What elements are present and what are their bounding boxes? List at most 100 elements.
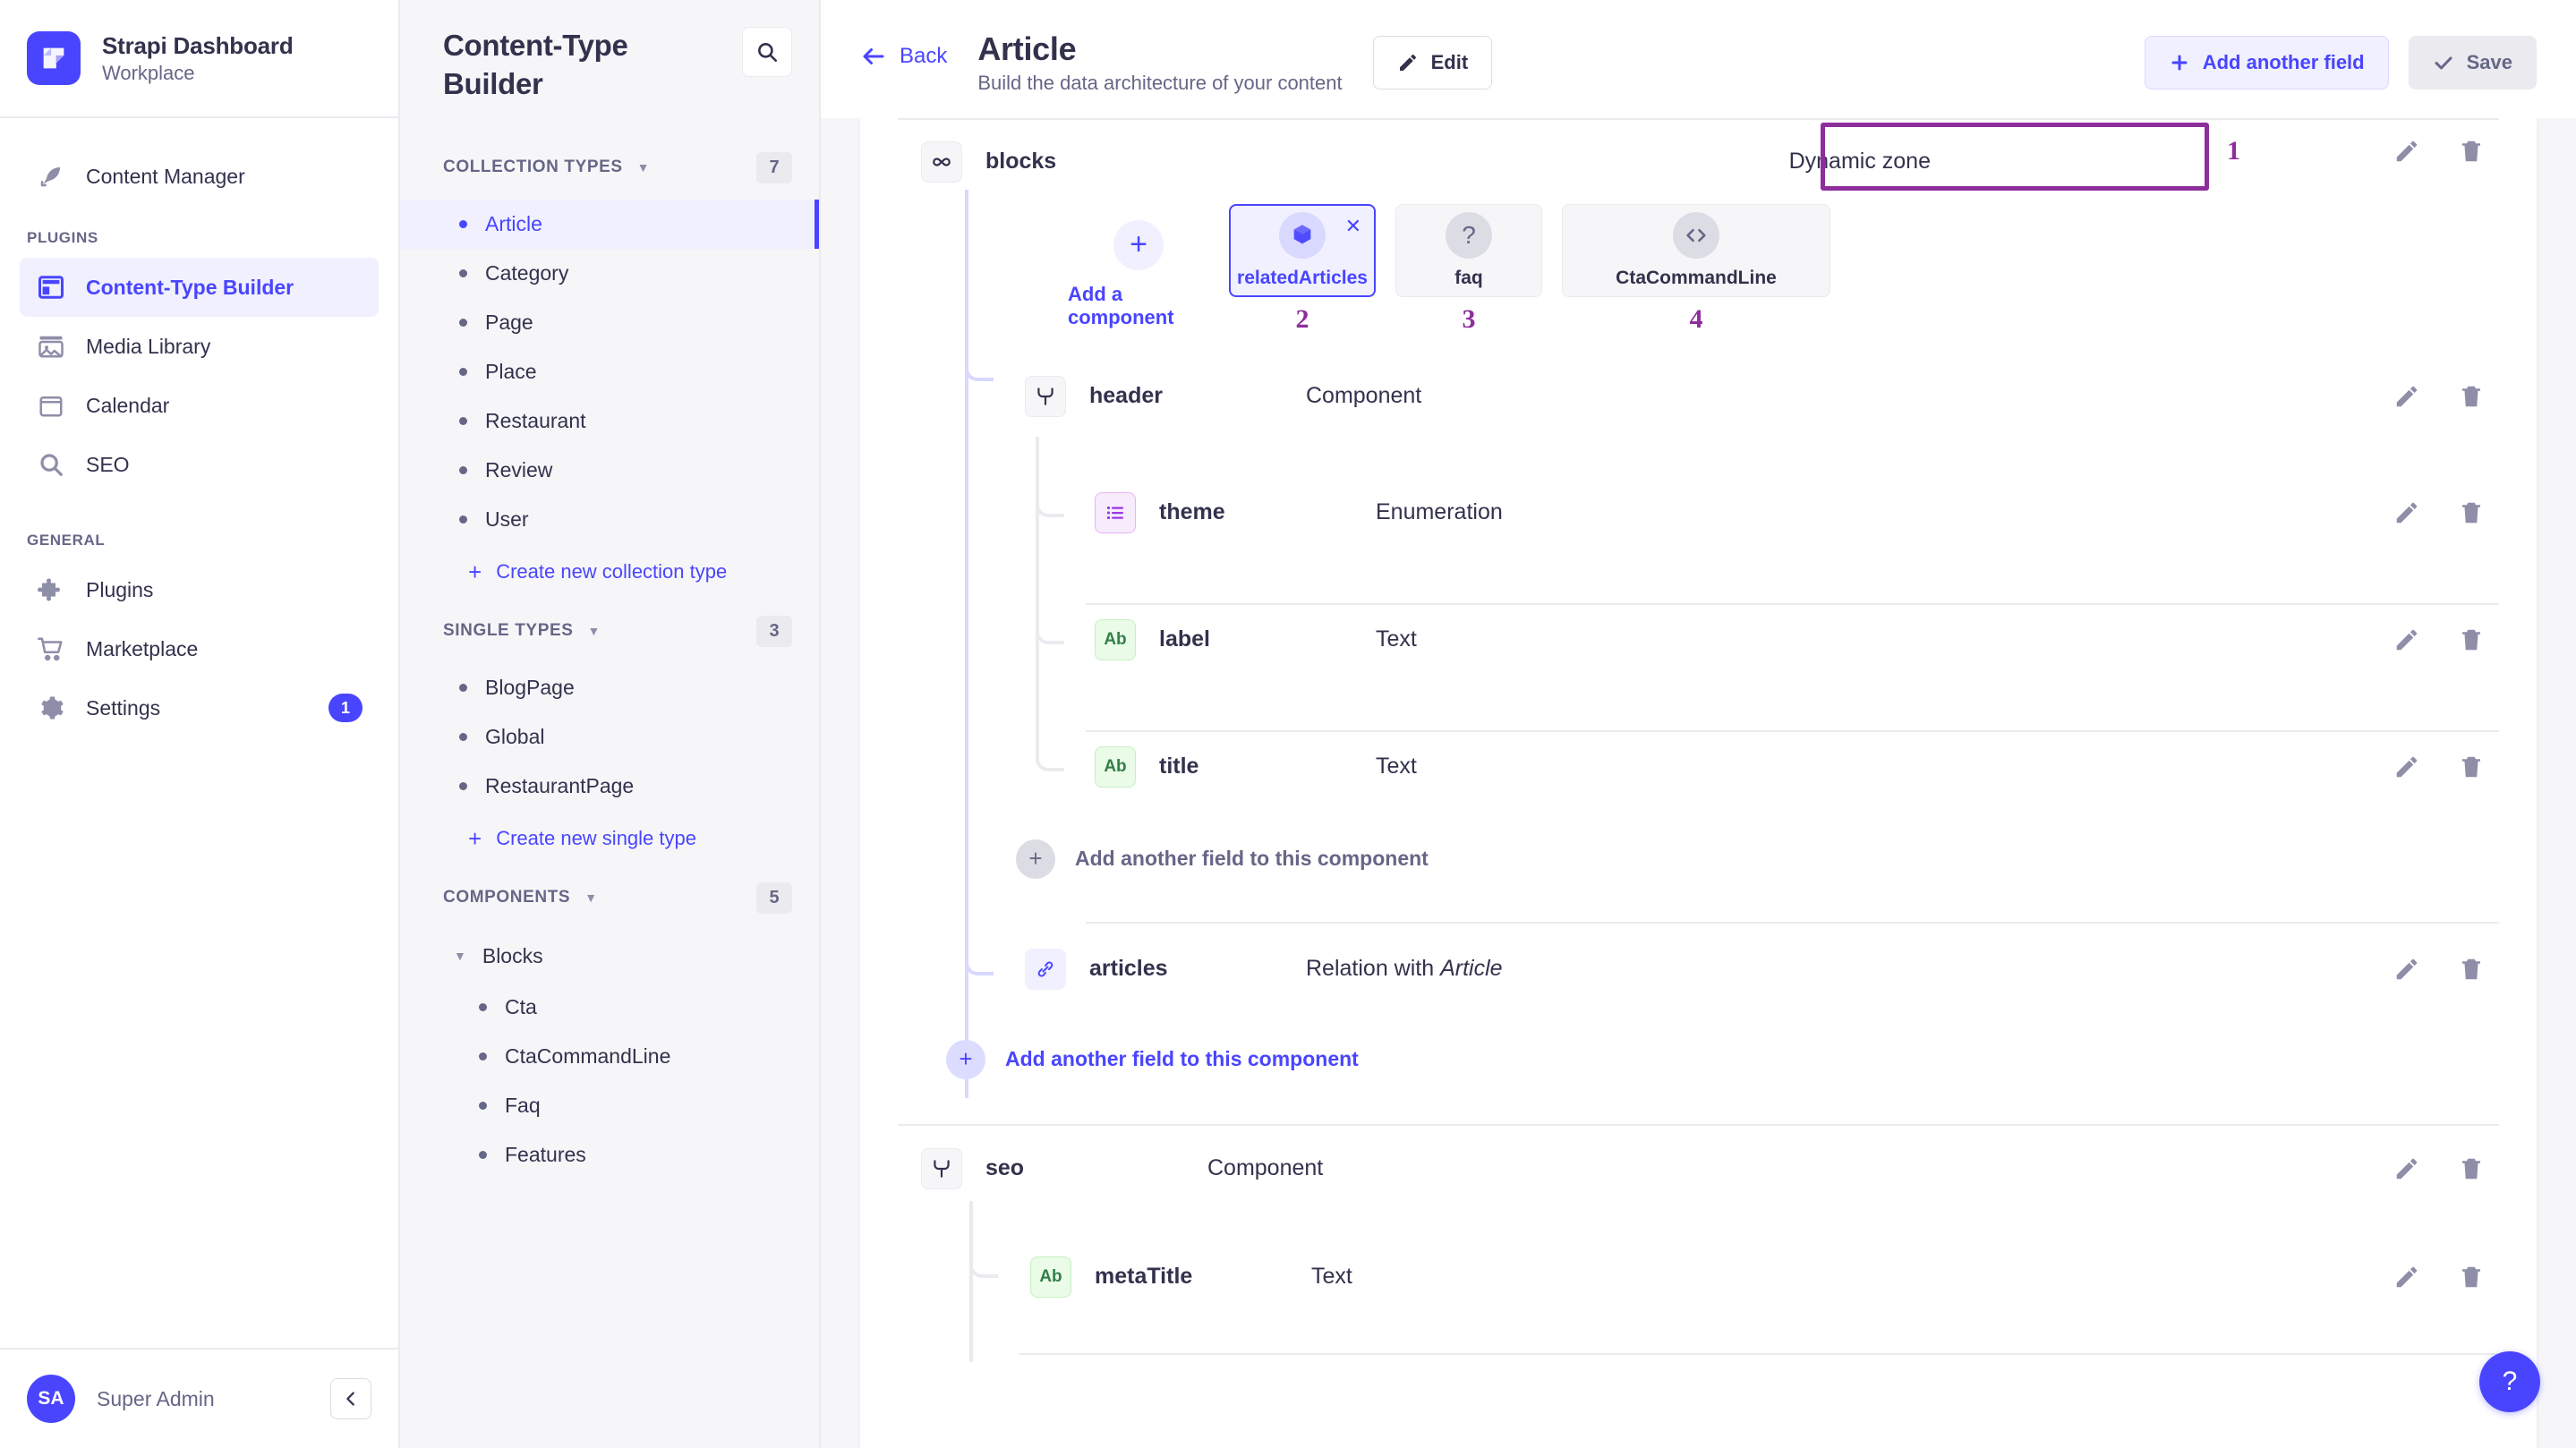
- add-another-field-button[interactable]: Add another field: [2144, 36, 2389, 89]
- ct-item-user[interactable]: User: [400, 495, 819, 544]
- group-label: SINGLE TYPES: [443, 621, 574, 641]
- save-button[interactable]: Save: [2408, 36, 2537, 89]
- pencil-icon[interactable]: [2392, 625, 2422, 655]
- pencil-icon[interactable]: [2392, 752, 2422, 782]
- component-group-blocks[interactable]: ▼ Blocks: [400, 930, 819, 983]
- trash-icon[interactable]: [2456, 1154, 2486, 1184]
- ctb-header: Content-Type Builder: [400, 0, 819, 104]
- pencil-icon[interactable]: [2392, 954, 2422, 984]
- trash-icon[interactable]: [2456, 136, 2486, 166]
- sidebar-item-calendar[interactable]: Calendar: [20, 376, 379, 435]
- bullet-icon: [459, 416, 467, 425]
- component-item-features[interactable]: Features: [400, 1130, 819, 1180]
- sidebar-item-content-type-builder[interactable]: Content-Type Builder: [20, 258, 379, 317]
- group-single-types[interactable]: SINGLE TYPES ▼ 3: [400, 600, 819, 663]
- ct-item-blogpage[interactable]: BlogPage: [400, 663, 819, 712]
- help-button[interactable]: ?: [2479, 1351, 2540, 1412]
- chevron-left-icon[interactable]: [330, 1378, 371, 1419]
- add-a-component-button[interactable]: + Add a component: [1068, 204, 1209, 329]
- list-icon: [1095, 491, 1136, 533]
- sidebar-item-label: Marketplace: [86, 636, 199, 660]
- pencil-icon[interactable]: [2392, 136, 2422, 166]
- field-row-header[interactable]: header Component: [860, 362, 2537, 431]
- pencil-icon[interactable]: [2392, 381, 2422, 412]
- avatar[interactable]: SA: [27, 1375, 75, 1423]
- field-label-group: Ab metaTitle Text: [1030, 1256, 1352, 1298]
- edit-button[interactable]: Edit: [1372, 36, 1493, 89]
- add-another-field-to-component-inner[interactable]: + Add another field to this component: [860, 839, 2537, 879]
- ct-item-article[interactable]: Article: [400, 199, 819, 249]
- component-chip-ctacommandline[interactable]: CtaCommandLine: [1562, 203, 1830, 297]
- search-button[interactable]: [742, 27, 792, 77]
- ct-item-label: Global: [485, 724, 545, 748]
- content-type-builder-panel: Content-Type Builder COLLECTION TYPES ▼ …: [400, 0, 821, 1448]
- bullet-icon: [459, 268, 467, 277]
- sidebar-item-label: Content-Type Builder: [86, 275, 294, 299]
- field-row-blocks[interactable]: blocks Dynamic zone: [898, 126, 1954, 197]
- field-row-title[interactable]: Ab title Text: [860, 732, 2537, 802]
- sidebar-item-settings[interactable]: Settings 1: [20, 678, 379, 737]
- row-actions-blocks: [2392, 136, 2537, 166]
- field-row-metatitle[interactable]: Ab metaTitle Text: [860, 1242, 2537, 1312]
- ct-item-global[interactable]: Global: [400, 712, 819, 762]
- ctb-tree: COLLECTION TYPES ▼ 7 Article Category Pa…: [400, 104, 819, 1448]
- ct-item-restaurantpage[interactable]: RestaurantPage: [400, 762, 819, 811]
- sidebar-item-label: Plugins: [86, 577, 154, 601]
- sidebar-item-content-manager[interactable]: Content Manager: [20, 147, 379, 206]
- trash-icon[interactable]: [2456, 498, 2486, 528]
- row-actions: [2392, 1262, 2537, 1292]
- dynamic-zone-row-wrap: blocks Dynamic zone 1: [860, 120, 2537, 197]
- sidebar-item-seo[interactable]: SEO: [20, 435, 379, 494]
- row-actions: [2392, 625, 2537, 655]
- sidebar-item-media-library[interactable]: Media Library: [20, 317, 379, 376]
- component-item-ctacommandline[interactable]: CtaCommandLine: [400, 1032, 819, 1081]
- ct-item-category[interactable]: Category: [400, 249, 819, 298]
- pencil-icon[interactable]: [2392, 498, 2422, 528]
- ct-item-label: Restaurant: [485, 408, 586, 432]
- app-root: Strapi Dashboard Workplace Content Manag…: [0, 0, 2576, 1448]
- field-row-seo[interactable]: seo Component: [860, 1126, 2537, 1196]
- bullet-icon: [459, 781, 467, 790]
- bullet-icon: [479, 1052, 487, 1060]
- group-components[interactable]: COMPONENTS ▼ 5: [400, 866, 819, 930]
- sidebar-item-label: Settings: [86, 695, 161, 720]
- component-item-cta[interactable]: Cta: [400, 983, 819, 1032]
- add-field-label: Add another field to this component: [1005, 1047, 1359, 1071]
- sidebar-item-marketplace[interactable]: Marketplace: [20, 619, 379, 678]
- pencil-icon[interactable]: [2392, 1154, 2422, 1184]
- group-collection-types[interactable]: COLLECTION TYPES ▼ 7: [400, 136, 819, 200]
- close-icon[interactable]: ✕: [1345, 215, 1361, 238]
- trash-icon[interactable]: [2456, 625, 2486, 655]
- trash-icon[interactable]: [2456, 954, 2486, 984]
- bullet-icon: [479, 1101, 487, 1110]
- field-row-theme[interactable]: theme Enumeration: [860, 478, 2537, 548]
- strapi-logo-icon: [27, 31, 81, 85]
- ct-item-label: Place: [485, 359, 537, 383]
- field-label-group: articles Relation with Article: [1025, 948, 1503, 990]
- ct-item-review[interactable]: Review: [400, 446, 819, 495]
- fields-scroll-area[interactable]: blocks Dynamic zone 1 + Add a component …: [821, 117, 2576, 1448]
- component-chip-faq[interactable]: ? faq: [1395, 203, 1542, 297]
- annotation-number-3: 3: [1462, 303, 1476, 334]
- trash-icon[interactable]: [2456, 381, 2486, 412]
- search-icon: [755, 40, 779, 64]
- header-texts: Article Build the data architecture of y…: [977, 20, 1342, 95]
- back-button[interactable]: Back: [860, 20, 947, 70]
- add-another-field-to-component-outer[interactable]: + Add another field to this component: [860, 1039, 2537, 1079]
- code-brackets-icon: [1673, 211, 1719, 259]
- field-row-articles[interactable]: articles Relation with Article: [860, 924, 2537, 993]
- field-type: Text: [1311, 1264, 1352, 1290]
- component-chip-relatedarticles[interactable]: ✕ relatedArticles: [1229, 203, 1376, 297]
- field-row-label[interactable]: Ab label Text: [860, 605, 2537, 675]
- pencil-icon[interactable]: [2392, 1262, 2422, 1292]
- trash-icon[interactable]: [2456, 1262, 2486, 1292]
- ct-item-page[interactable]: Page: [400, 298, 819, 347]
- trash-icon[interactable]: [2456, 752, 2486, 782]
- ct-item-restaurant[interactable]: Restaurant: [400, 396, 819, 446]
- sidebar-item-plugins[interactable]: Plugins: [20, 560, 379, 619]
- ct-item-place[interactable]: Place: [400, 347, 819, 396]
- create-new-collection-type-link[interactable]: + Create new collection type: [400, 544, 819, 600]
- component-item-faq[interactable]: Faq: [400, 1081, 819, 1130]
- component-icon: [921, 1147, 962, 1189]
- create-new-single-type-link[interactable]: + Create new single type: [400, 811, 819, 866]
